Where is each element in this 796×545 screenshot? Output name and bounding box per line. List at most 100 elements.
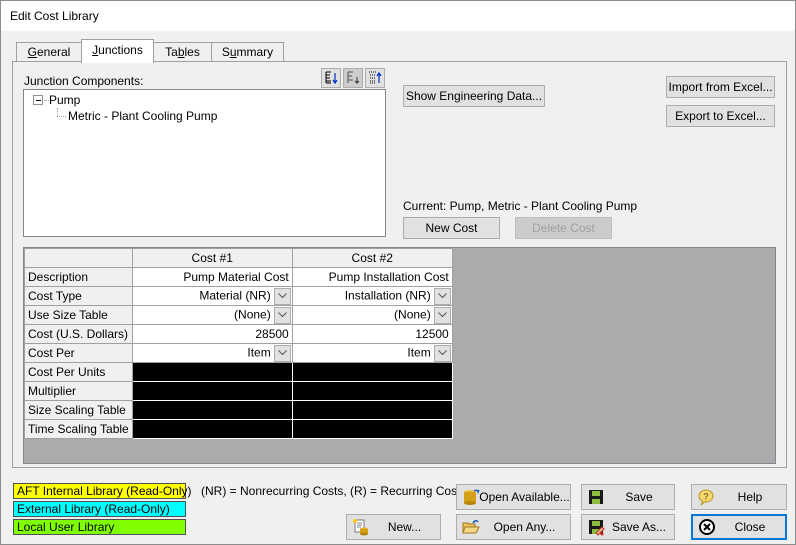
grid-row: Cost Type Material (NR) Installation (NR) xyxy=(24,286,453,306)
grid-header-row: Cost #1 Cost #2 xyxy=(24,248,453,268)
open-any-button[interactable]: Open Any... xyxy=(456,514,571,540)
cell-value: (None) xyxy=(394,307,431,322)
new-library-button[interactable]: New... xyxy=(346,514,441,540)
expand-all-icon xyxy=(325,71,338,85)
dropdown-chevron-icon[interactable] xyxy=(273,306,291,324)
value-cell[interactable]: 12500 xyxy=(291,324,453,344)
dropdown-chevron-icon[interactable] xyxy=(433,344,451,362)
cell-value: (None) xyxy=(234,307,271,322)
cell-value: Item xyxy=(407,345,431,360)
value-cell[interactable]: Item xyxy=(131,343,293,363)
save-label: Save xyxy=(625,490,653,504)
tab-label: Tables xyxy=(165,45,200,59)
value-cell[interactable]: (None) xyxy=(291,305,453,325)
new-cost-button[interactable]: New Cost xyxy=(403,217,500,239)
new-library-icon xyxy=(353,519,368,536)
tree-node-plant-cooling-pump[interactable]: Metric - Plant Cooling Pump xyxy=(68,109,217,123)
disabled-cell xyxy=(131,419,293,439)
value-cell[interactable]: Pump Installation Cost xyxy=(291,267,453,287)
expand-one-button[interactable] xyxy=(343,68,363,88)
collapse-all-button[interactable] xyxy=(365,68,385,88)
grid-row: Size Scaling Table xyxy=(24,400,453,420)
cell-value: Item xyxy=(247,345,271,360)
delete-cost-button[interactable]: Delete Cost xyxy=(515,217,612,239)
grid-corner-cell xyxy=(24,248,133,268)
row-header: Time Scaling Table xyxy=(24,419,133,439)
junctions-panel: Junction Components: Pump Metric - Plant… xyxy=(12,61,787,468)
edit-cost-library-window: Edit Cost Library General Junctions Tabl… xyxy=(0,0,796,545)
row-header: Description xyxy=(24,267,133,287)
save-as-button[interactable]: Save As... xyxy=(581,514,675,540)
row-header: Multiplier xyxy=(24,381,133,401)
disabled-cell xyxy=(131,362,293,382)
open-available-label: Open Available... xyxy=(479,490,570,504)
value-cell[interactable]: Material (NR) xyxy=(131,286,293,306)
dropdown-chevron-icon[interactable] xyxy=(433,306,451,324)
value-cell[interactable]: Pump Material Cost xyxy=(131,267,293,287)
grid-row: Time Scaling Table xyxy=(24,419,453,439)
tab-summary[interactable]: Summary xyxy=(211,42,284,62)
cell-value: Pump Material Cost xyxy=(183,270,289,284)
value-cell[interactable]: Installation (NR) xyxy=(291,286,453,306)
value-cell[interactable]: 28500 xyxy=(131,324,293,344)
help-button[interactable]: ? Help xyxy=(691,484,787,510)
tab-general[interactable]: General xyxy=(16,42,82,62)
help-icon: ? xyxy=(698,489,714,506)
value-cell[interactable]: Item xyxy=(291,343,453,363)
show-engineering-data-button[interactable]: Show Engineering Data... xyxy=(403,85,545,107)
row-header: Size Scaling Table xyxy=(24,400,133,420)
column-header-cost-1[interactable]: Cost #1 xyxy=(131,248,293,268)
disabled-cell xyxy=(291,400,453,420)
tree-connector xyxy=(57,108,58,116)
help-label: Help xyxy=(737,490,763,504)
grid-row: Cost (U.S. Dollars) 28500 12500 xyxy=(24,324,453,344)
cost-type-note: (NR) = Nonrecurring Costs, (R) = Recurri… xyxy=(201,484,467,498)
window-title: Edit Cost Library xyxy=(10,9,99,23)
cell-value: 28500 xyxy=(255,327,289,341)
row-header: Cost Per xyxy=(24,343,133,363)
tab-tables[interactable]: Tables xyxy=(153,42,212,62)
dropdown-chevron-icon[interactable] xyxy=(273,344,291,362)
save-as-label: Save As... xyxy=(611,520,667,534)
value-cell[interactable]: (None) xyxy=(131,305,293,325)
open-available-button[interactable]: Open Available... xyxy=(456,484,571,510)
cell-value: Material (NR) xyxy=(199,288,271,303)
close-label: Close xyxy=(734,520,766,534)
cost-grid: Cost #1 Cost #2 Description Pump Material… xyxy=(24,248,453,439)
import-from-excel-button[interactable]: Import from Excel... xyxy=(666,76,775,98)
cell-value: Installation (NR) xyxy=(344,288,431,303)
dropdown-chevron-icon[interactable] xyxy=(433,287,451,305)
disabled-cell xyxy=(131,381,293,401)
cost-grid-area: Cost #1 Cost #2 Description Pump Material… xyxy=(23,247,776,464)
column-header-cost-2[interactable]: Cost #2 xyxy=(291,248,453,268)
grid-row: Description Pump Material Cost Pump Instal… xyxy=(24,267,453,287)
grid-row: Cost Per Units xyxy=(24,362,453,382)
row-header: Use Size Table xyxy=(24,305,133,325)
row-header: Cost (U.S. Dollars) xyxy=(24,324,133,344)
disabled-cell xyxy=(291,381,453,401)
current-selection-label: Current: Pump, Metric - Plant Cooling Pu… xyxy=(403,199,638,213)
title-bar: Edit Cost Library xyxy=(1,1,795,31)
expand-all-button[interactable] xyxy=(321,68,341,88)
collapse-toggle-icon[interactable] xyxy=(33,95,43,105)
collapse-all-icon xyxy=(369,71,382,84)
dropdown-chevron-icon[interactable] xyxy=(273,287,291,305)
row-header: Cost Per Units xyxy=(24,362,133,382)
cell-value: 12500 xyxy=(415,327,449,341)
legend-aft-internal-library: AFT Internal Library (Read-Only) xyxy=(13,483,192,499)
row-header: Cost Type xyxy=(24,286,133,306)
save-button[interactable]: Save xyxy=(581,484,675,510)
disabled-cell xyxy=(291,419,453,439)
tree-node-pump[interactable]: Pump xyxy=(49,93,80,107)
legend-external-library: External Library (Read-Only) xyxy=(13,501,186,517)
export-to-excel-button[interactable]: Export to Excel... xyxy=(666,105,775,127)
tab-junctions[interactable]: Junctions xyxy=(81,39,154,63)
cell-value: Pump Installation Cost xyxy=(328,270,449,284)
new-library-label: New... xyxy=(387,520,422,534)
junction-components-label: Junction Components: xyxy=(24,74,144,88)
junction-components-tree[interactable]: Pump Metric - Plant Cooling Pump xyxy=(23,89,386,237)
database-icon xyxy=(464,489,480,505)
close-button[interactable]: Close xyxy=(691,514,787,540)
save-disk-icon xyxy=(589,490,603,504)
disabled-cell xyxy=(131,400,293,420)
